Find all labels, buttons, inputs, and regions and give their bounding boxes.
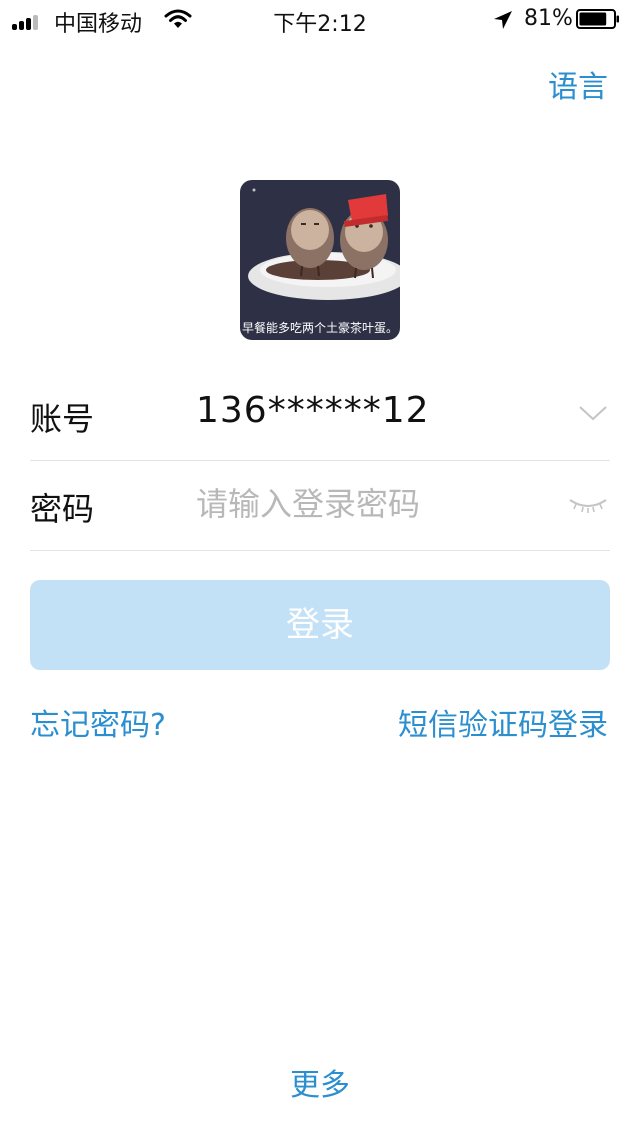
status-bar: 中国移动 下午2:12 81%	[0, 0, 640, 40]
language-button[interactable]: 语言	[548, 62, 608, 106]
avatar: 早餐能多吃两个土豪茶叶蛋。	[240, 180, 400, 340]
avatar-illustration	[240, 180, 400, 340]
account-field[interactable]: 136******12	[196, 390, 430, 431]
sms-login-link[interactable]: 短信验证码登录	[398, 700, 608, 744]
password-label: 密码	[30, 490, 95, 528]
forgot-password-link[interactable]: 忘记密码?	[30, 700, 166, 744]
account-label: 账号	[30, 400, 95, 438]
login-button[interactable]: 登录	[30, 580, 610, 670]
location-arrow-icon	[494, 11, 512, 29]
battery-percent: 81%	[524, 6, 573, 31]
eye-closed-icon[interactable]	[568, 494, 608, 514]
password-field[interactable]	[196, 478, 556, 530]
chevron-down-icon[interactable]	[578, 404, 608, 422]
avatar-caption: 早餐能多吃两个土豪茶叶蛋。	[241, 321, 398, 335]
password-row: 密码	[30, 460, 610, 551]
more-link[interactable]: 更多	[0, 1060, 640, 1104]
battery-icon	[576, 9, 619, 29]
account-row: 账号 136******12	[30, 370, 610, 461]
